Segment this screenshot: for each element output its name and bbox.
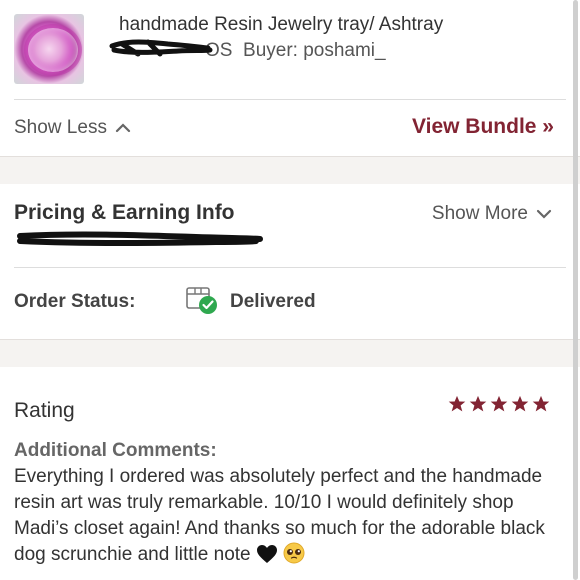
order-status-label: Order Status: [14,291,136,312]
package-delivered-icon [186,287,217,314]
show-more-button[interactable]: Show More [432,203,552,225]
chevron-down-icon [536,209,552,219]
redaction-mark [17,231,263,246]
order-status-value: Delivered [230,291,316,312]
black-heart-emoji [256,545,277,563]
scrollbar[interactable] [573,0,578,580]
show-less-button[interactable]: Show Less [14,117,131,139]
additional-comments-text: Everything I ordered was absolutely perf… [14,464,564,568]
resin-tray-image [24,24,82,76]
item-thumbnail[interactable] [14,14,84,84]
divider [14,267,566,268]
star-icon [469,395,487,412]
additional-comments-label: Additional Comments: [14,440,217,461]
section-separator [0,156,580,184]
rating-label: Rating [14,399,75,422]
star-icon [511,395,529,412]
rating-stars [448,395,550,413]
section-separator [0,339,580,367]
show-less-label: Show Less [14,117,107,138]
pleading-face-emoji [283,542,305,564]
item-title[interactable]: handmade Resin Jewelry tray/ Ashtray [119,14,443,36]
star-icon [448,395,466,412]
star-icon [532,395,550,412]
redaction-mark [109,39,213,57]
show-more-label: Show More [431,203,528,224]
view-bundle-link[interactable]: View Bundle » [412,115,554,139]
comments-body: Everything I ordered was absolutely perf… [14,466,545,565]
buyer-username: Buyer: poshami_ [243,40,386,61]
chevron-up-icon [115,123,131,133]
star-icon [490,395,508,412]
divider [14,99,566,100]
pricing-section-title: Pricing & Earning Info [14,201,235,224]
